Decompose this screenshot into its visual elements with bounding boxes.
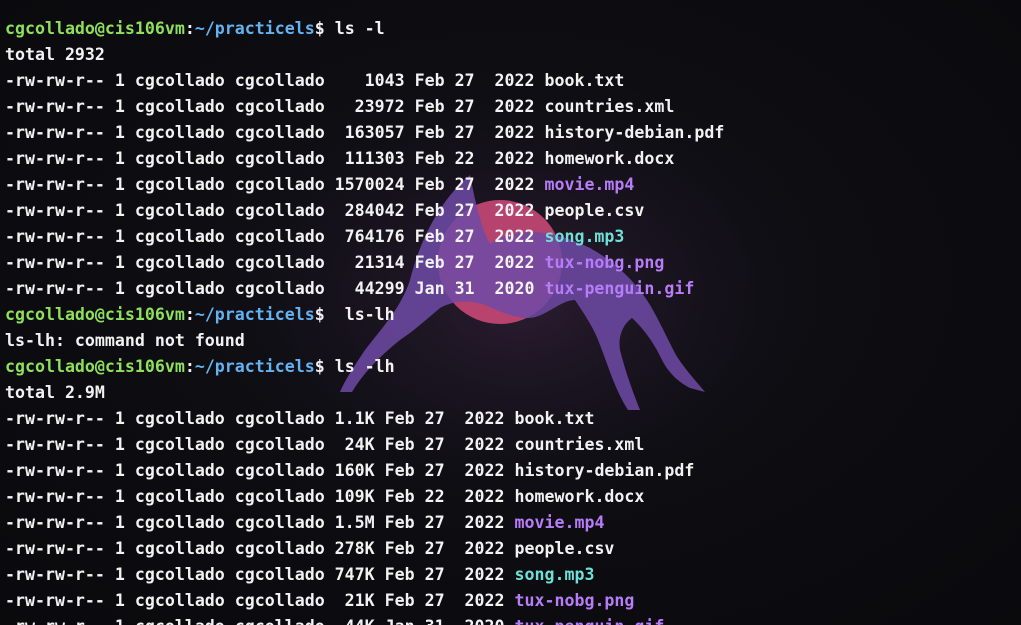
output-line: ls-lh: command not found xyxy=(5,328,724,354)
file-name: people.csv xyxy=(514,539,615,558)
command-text: ls -lh xyxy=(324,357,395,376)
file-listing-row: -rw-rw-r-- 1 cgcollado cgcollado 1570024… xyxy=(5,172,724,198)
file-name: tux-penguin.gif xyxy=(515,617,665,625)
prompt-path: ~/practicels xyxy=(194,305,315,324)
file-name: movie.mp4 xyxy=(544,175,635,194)
file-details: -rw-rw-r-- 1 cgcollado cgcollado 1570024… xyxy=(5,175,545,194)
file-details: -rw-rw-r-- 1 cgcollado cgcollado 1043 Fe… xyxy=(5,71,545,90)
output-line: total 2.9M xyxy=(5,380,724,406)
command-text: ls -l xyxy=(324,19,385,38)
file-listing-row: -rw-rw-r-- 1 cgcollado cgcollado 21314 F… xyxy=(5,250,724,276)
prompt-symbol: $ xyxy=(314,357,325,376)
file-listing-row: -rw-rw-r-- 1 cgcollado cgcollado 23972 F… xyxy=(5,94,724,120)
prompt-user-host: cgcollado@cis106vm xyxy=(5,305,185,324)
output-text: total 2932 xyxy=(5,45,105,64)
file-name: people.csv xyxy=(544,201,645,220)
file-listing-row: -rw-rw-r-- 1 cgcollado cgcollado 44K Jan… xyxy=(5,614,724,625)
file-listing-row: -rw-rw-r-- 1 cgcollado cgcollado 747K Fe… xyxy=(5,562,724,588)
file-name: tux-nobg.png xyxy=(514,591,635,610)
prompt-path: ~/practicels xyxy=(194,357,315,376)
file-details: -rw-rw-r-- 1 cgcollado cgcollado 1.1K Fe… xyxy=(5,409,515,428)
file-listing-row: -rw-rw-r-- 1 cgcollado cgcollado 109K Fe… xyxy=(5,484,724,510)
partial-line xyxy=(5,0,724,16)
file-details: -rw-rw-r-- 1 cgcollado cgcollado 1.5M Fe… xyxy=(5,513,515,532)
file-name: song.mp3 xyxy=(544,227,625,246)
command-text: ls-lh xyxy=(324,305,395,324)
file-listing-row: -rw-rw-r-- 1 cgcollado cgcollado 44299 J… xyxy=(5,276,724,302)
file-details: -rw-rw-r-- 1 cgcollado cgcollado 23972 F… xyxy=(5,97,545,116)
output-line: total 2932 xyxy=(5,42,724,68)
file-listing-row: -rw-rw-r-- 1 cgcollado cgcollado 278K Fe… xyxy=(5,536,724,562)
file-details: -rw-rw-r-- 1 cgcollado cgcollado 764176 … xyxy=(5,227,545,246)
file-name: history-debian.pdf xyxy=(514,461,695,480)
terminal-output[interactable]: cgcollado@cis106vm:~/practicels$ ls -l to… xyxy=(5,0,724,625)
file-details: -rw-rw-r-- 1 cgcollado cgcollado 284042 … xyxy=(5,201,545,220)
prompt-separator: : xyxy=(184,19,195,38)
file-details: -rw-rw-r-- 1 cgcollado cgcollado 21K Feb… xyxy=(5,591,515,610)
file-details: -rw-rw-r-- 1 cgcollado cgcollado 111303 … xyxy=(5,149,545,168)
file-details: -rw-rw-r-- 1 cgcollado cgcollado 109K Fe… xyxy=(5,487,515,506)
file-details: -rw-rw-r-- 1 cgcollado cgcollado 163057 … xyxy=(5,123,545,142)
prompt-user-host: cgcollado@cis106vm xyxy=(5,357,185,376)
prompt-user-host: cgcollado@cis106vm xyxy=(5,19,185,38)
file-details: -rw-rw-r-- 1 cgcollado cgcollado 747K Fe… xyxy=(5,565,515,584)
file-details: -rw-rw-r-- 1 cgcollado cgcollado 160K Fe… xyxy=(5,461,515,480)
prompt-separator: : xyxy=(184,357,195,376)
file-name: song.mp3 xyxy=(514,565,595,584)
file-listing-row: -rw-rw-r-- 1 cgcollado cgcollado 21K Feb… xyxy=(5,588,724,614)
file-name: homework.docx xyxy=(544,149,675,168)
file-listing-row: -rw-rw-r-- 1 cgcollado cgcollado 1.5M Fe… xyxy=(5,510,724,536)
file-details: -rw-rw-r-- 1 cgcollado cgcollado 24K Feb… xyxy=(5,435,515,454)
file-details: -rw-rw-r-- 1 cgcollado cgcollado 278K Fe… xyxy=(5,539,515,558)
file-name: countries.xml xyxy=(544,97,675,116)
prompt-symbol: $ xyxy=(314,19,325,38)
prompt-line: cgcollado@cis106vm:~/practicels$ ls -l xyxy=(5,16,724,42)
file-listing-row: -rw-rw-r-- 1 cgcollado cgcollado 24K Feb… xyxy=(5,432,724,458)
file-details: -rw-rw-r-- 1 cgcollado cgcollado 21314 F… xyxy=(5,253,545,272)
file-details: -rw-rw-r-- 1 cgcollado cgcollado 44K Jan… xyxy=(5,617,515,625)
prompt-separator: : xyxy=(184,305,195,324)
prompt-line: cgcollado@cis106vm:~/practicels$ ls -lh xyxy=(5,354,724,380)
file-name: homework.docx xyxy=(514,487,645,506)
file-listing-row: -rw-rw-r-- 1 cgcollado cgcollado 764176 … xyxy=(5,224,724,250)
file-name: history-debian.pdf xyxy=(544,123,725,142)
terminal-window[interactable]: cgcollado@cis106vm:~/practicels$ ls -l to… xyxy=(0,0,1021,625)
prompt-symbol: $ xyxy=(314,305,325,324)
file-details: -rw-rw-r-- 1 cgcollado cgcollado 44299 J… xyxy=(5,279,545,298)
file-name: movie.mp4 xyxy=(514,513,605,532)
file-listing-row: -rw-rw-r-- 1 cgcollado cgcollado 1.1K Fe… xyxy=(5,406,724,432)
file-listing-row: -rw-rw-r-- 1 cgcollado cgcollado 1043 Fe… xyxy=(5,68,724,94)
prompt-line: cgcollado@cis106vm:~/practicels$ ls-lh xyxy=(5,302,724,328)
file-name: tux-penguin.gif xyxy=(544,279,695,298)
file-name: book.txt xyxy=(514,409,595,428)
file-listing-row: -rw-rw-r-- 1 cgcollado cgcollado 160K Fe… xyxy=(5,458,724,484)
file-listing-row: -rw-rw-r-- 1 cgcollado cgcollado 111303 … xyxy=(5,146,724,172)
file-name: book.txt xyxy=(544,71,625,90)
prompt-path: ~/practicels xyxy=(194,19,315,38)
file-listing-row: -rw-rw-r-- 1 cgcollado cgcollado 163057 … xyxy=(5,120,724,146)
output-text: total 2.9M xyxy=(5,383,105,402)
output-text: ls-lh: command not found xyxy=(5,331,245,350)
file-listing-row: -rw-rw-r-- 1 cgcollado cgcollado 284042 … xyxy=(5,198,724,224)
file-name: countries.xml xyxy=(514,435,645,454)
file-name: tux-nobg.png xyxy=(544,253,665,272)
